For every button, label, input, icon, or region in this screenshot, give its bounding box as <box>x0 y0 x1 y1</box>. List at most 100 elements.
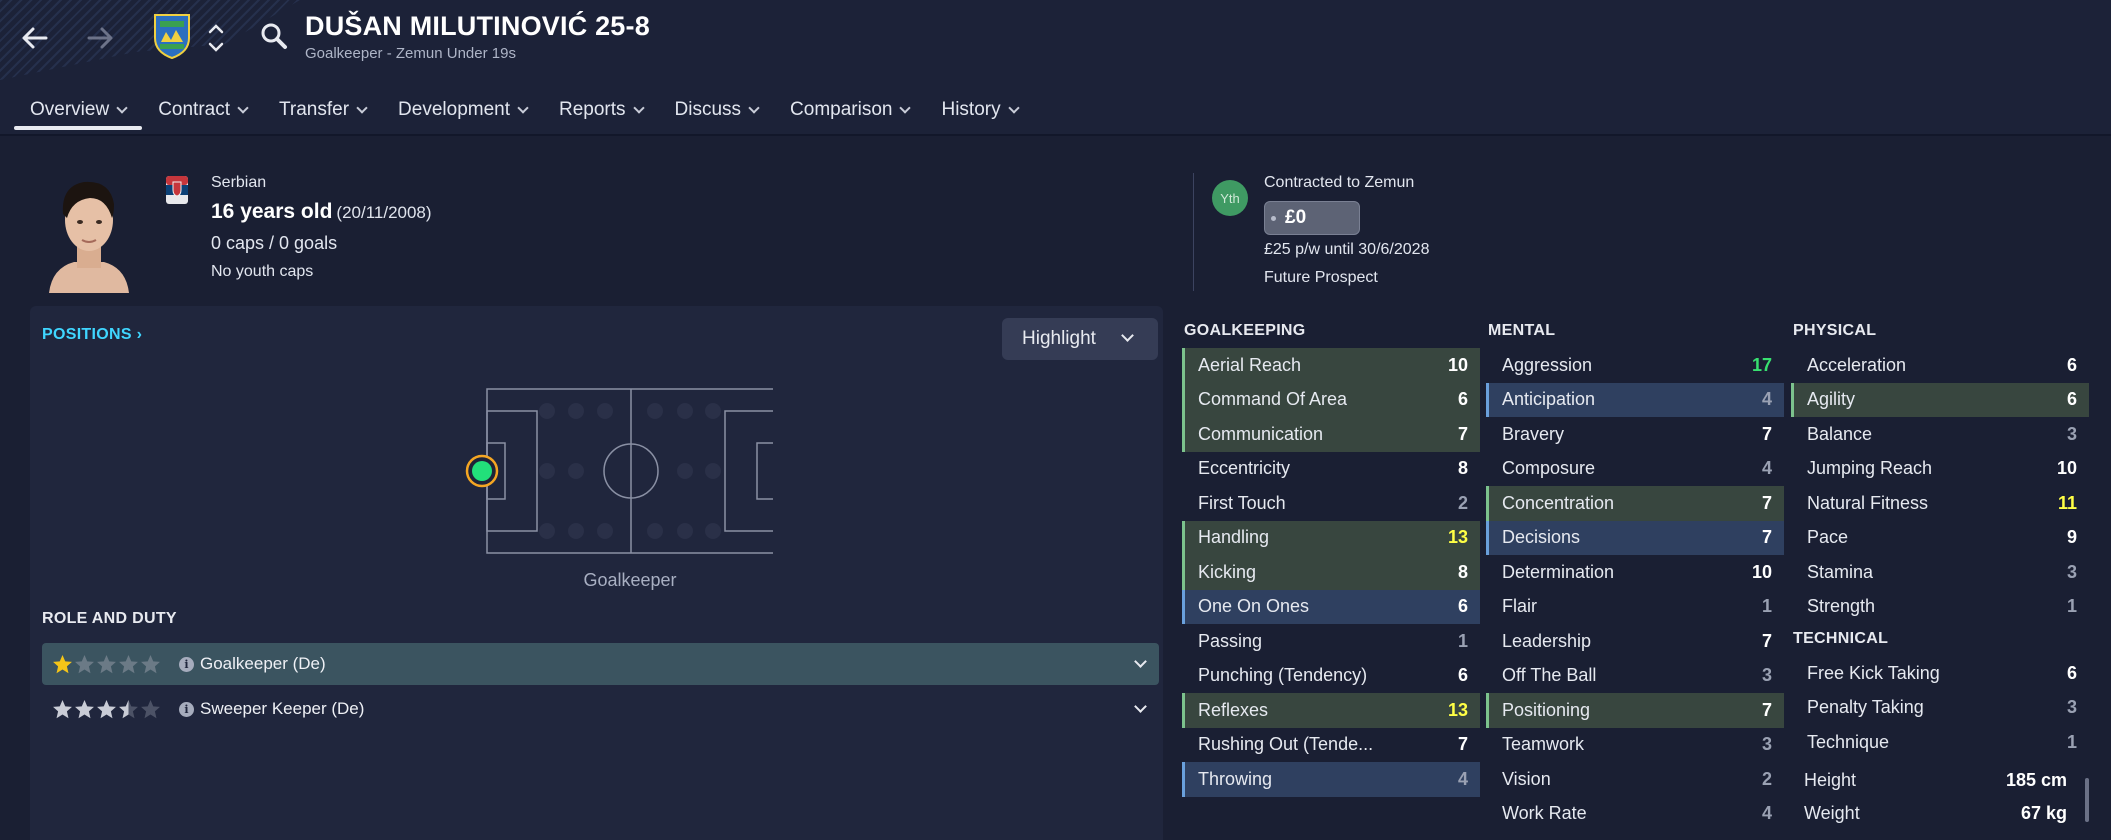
attr-value: 7 <box>1761 527 1772 548</box>
attr-row[interactable]: Reflexes 13 <box>1182 693 1480 728</box>
up-down-icon[interactable] <box>205 16 227 60</box>
value-pill[interactable]: £0 <box>1264 201 1360 235</box>
chevron-down-icon <box>1121 329 1134 342</box>
tab-discuss[interactable]: Discuss <box>659 90 775 130</box>
attr-name: Leadership <box>1502 630 1592 651</box>
tab-label: Discuss <box>674 99 742 120</box>
attr-name: Technique <box>1807 731 1890 752</box>
attr-row[interactable]: One On Ones 6 <box>1182 589 1480 624</box>
attr-row[interactable]: Punching (Tendency) 6 <box>1182 659 1480 694</box>
attr-row[interactable]: Determination 10 <box>1486 555 1784 590</box>
chevron-down-icon <box>517 102 529 114</box>
attr-value: 3 <box>1761 734 1772 755</box>
attr-row[interactable]: Handling 13 <box>1182 520 1480 555</box>
tab-label: Overview <box>30 99 110 120</box>
attr-row[interactable]: Rushing Out (Tende... 7 <box>1182 728 1480 763</box>
attr-row[interactable]: Decisions 7 <box>1486 520 1784 555</box>
search-icon[interactable] <box>258 20 290 52</box>
attr-row[interactable]: Natural Fitness 11 <box>1791 486 2089 521</box>
attr-row[interactable]: Kicking 8 <box>1182 555 1480 590</box>
attr-row[interactable]: Positioning 7 <box>1486 693 1784 728</box>
attr-row[interactable]: Technique 1 <box>1791 725 2089 760</box>
attr-value: 4 <box>1457 768 1468 789</box>
attr-row[interactable]: First Touch 2 <box>1182 486 1480 521</box>
chevron-down-icon[interactable] <box>1134 700 1147 713</box>
attr-row[interactable]: Stamina 3 <box>1791 555 2089 590</box>
attr-value: 6 <box>1457 389 1468 410</box>
attr-value: 1 <box>2066 596 2077 617</box>
attr-row[interactable]: Work Rate 4 <box>1486 797 1784 832</box>
attr-row[interactable]: Passing 1 <box>1182 624 1480 659</box>
attr-column-goalkeeping: GOALKEEPING Aerial Reach 10 Command Of Are… <box>1182 322 1480 797</box>
attr-header-physical: PHYSICAL <box>1793 322 1877 339</box>
star-empty-icon <box>119 654 138 673</box>
attr-row[interactable]: Aggression 17 <box>1486 348 1784 383</box>
role-row-sweeper-keeper[interactable]: i Sweeper Keeper (De) <box>42 688 1159 730</box>
divider <box>1193 173 1194 291</box>
attr-header-mental: MENTAL <box>1488 322 1556 339</box>
attr-row[interactable]: Eccentricity 8 <box>1182 452 1480 487</box>
chevron-down-icon <box>632 102 645 114</box>
attr-value: 17 <box>1751 354 1772 375</box>
attr-row[interactable]: Free Kick Taking 6 <box>1791 656 2089 691</box>
attr-row[interactable]: Acceleration 6 <box>1791 348 2089 383</box>
attr-value: 4 <box>1761 803 1772 824</box>
info-icon[interactable]: i <box>179 656 194 672</box>
chevron-down-icon <box>356 102 368 114</box>
attr-row[interactable]: Communication 7 <box>1182 417 1480 452</box>
attr-name: Work Rate <box>1502 803 1587 824</box>
tab-label: Transfer <box>279 99 350 120</box>
attr-row[interactable]: Flair 1 <box>1486 590 1784 625</box>
attr-name: Flair <box>1502 596 1537 617</box>
back-arrow-icon[interactable] <box>15 18 55 58</box>
contracted-to[interactable]: Contracted to Zemun <box>1264 174 1414 192</box>
attr-list-mental: Aggression 17 Anticipation 4 Bravery 7 Composu… <box>1486 348 1784 831</box>
attr-row[interactable]: Composure 4 <box>1486 452 1784 487</box>
highlight-dropdown[interactable]: Highlight <box>1002 318 1158 360</box>
tab-overview[interactable]: Overview <box>14 90 143 130</box>
attr-row[interactable]: Concentration 7 <box>1486 486 1784 521</box>
tab-transfer[interactable]: Transfer <box>263 90 382 130</box>
forward-arrow-icon[interactable] <box>80 18 120 58</box>
tab-history[interactable]: History <box>925 90 1033 130</box>
positions-link[interactable]: POSITIONS › <box>42 326 142 344</box>
attr-value: 7 <box>1761 492 1772 513</box>
tab-comparison[interactable]: Comparison <box>774 90 925 130</box>
info-icon[interactable]: i <box>179 701 194 717</box>
tab-development[interactable]: Development <box>382 90 543 130</box>
tab-reports[interactable]: Reports <box>543 90 659 130</box>
player-subtitle[interactable]: Goalkeeper - Zemun Under 19s <box>305 45 516 62</box>
attr-row[interactable]: Command Of Area 6 <box>1182 382 1480 417</box>
attr-row[interactable]: Penalty Taking 3 <box>1791 691 2089 726</box>
attr-value: 10 <box>1751 561 1772 582</box>
youth-badge: Yth <box>1212 180 1248 216</box>
attr-list-goalkeeping: Aerial Reach 10 Command Of Area 6 Communicat… <box>1182 348 1480 797</box>
attr-row[interactable]: Aerial Reach 10 <box>1182 348 1480 383</box>
role-row-goalkeeper[interactable]: i Goalkeeper (De) <box>42 643 1159 685</box>
attr-row[interactable]: Off The Ball 3 <box>1486 659 1784 694</box>
attr-row[interactable]: Strength 1 <box>1791 590 2089 625</box>
attr-row[interactable]: Vision 2 <box>1486 762 1784 797</box>
attr-row[interactable]: Teamwork 3 <box>1486 728 1784 763</box>
attr-row[interactable]: Agility 6 <box>1791 382 2089 417</box>
attr-value: 7 <box>1761 699 1772 720</box>
club-badge-icon[interactable] <box>152 12 192 60</box>
body-stat-value: 185 cm <box>2005 769 2067 790</box>
top-bar: DUŠAN MILUTINOVIĆ 25-8 Goalkeeper - Zemu… <box>0 0 2111 136</box>
attr-value: 13 <box>1447 527 1468 548</box>
player-age: 16 years old (20/11/2008) <box>211 200 432 224</box>
attr-row[interactable]: Pace 9 <box>1791 521 2089 556</box>
tab-contract[interactable]: Contract <box>142 90 263 130</box>
attr-column-physical: PHYSICAL Acceleration 6 Agility 6 Balance 3 Ju… <box>1791 322 2089 830</box>
attr-row[interactable]: Balance 3 <box>1791 417 2089 452</box>
scrollbar[interactable] <box>2085 778 2089 822</box>
attr-row[interactable]: Jumping Reach 10 <box>1791 452 2089 487</box>
chevron-down-icon[interactable] <box>1134 655 1147 668</box>
attr-row[interactable]: Bravery 7 <box>1486 417 1784 452</box>
attr-row[interactable]: Throwing 4 <box>1182 762 1480 797</box>
attr-row[interactable]: Leadership 7 <box>1486 624 1784 659</box>
serbia-flag-icon <box>166 176 188 204</box>
attr-row[interactable]: Anticipation 4 <box>1486 382 1784 417</box>
attr-value: 3 <box>2066 697 2077 718</box>
attr-value: 7 <box>1457 423 1468 444</box>
